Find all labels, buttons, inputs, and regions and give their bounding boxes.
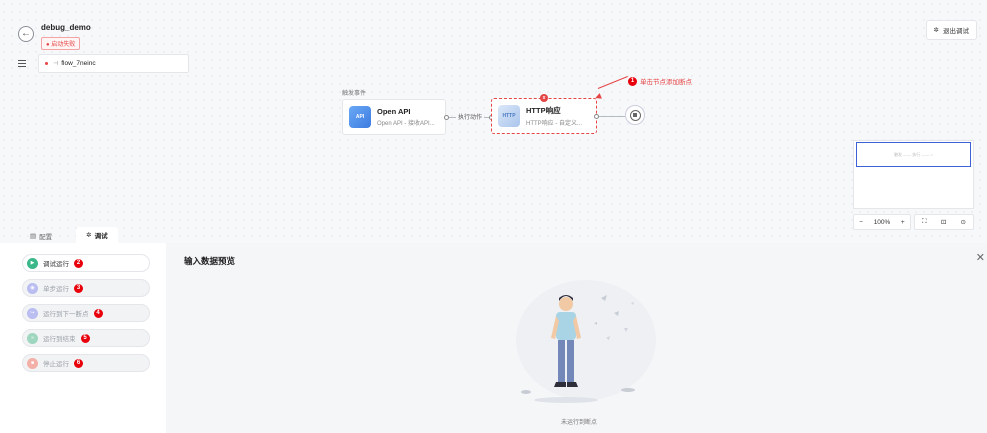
annotation-number: 1 — [628, 76, 637, 86]
node-title: HTTP响应 — [526, 106, 561, 115]
bug-icon: ✲ — [933, 27, 939, 34]
node-http-response[interactable]: HTTP HTTP响应 HTTP响应 - 自定义... — [491, 98, 597, 134]
end-node[interactable] — [625, 105, 645, 125]
panel-title: 输入数据预览 — [184, 256, 236, 266]
action-label: 调试运行 — [43, 261, 69, 268]
debug-actions-panel: ▶ 调试运行 2 ◉ 单步运行 3 ↪ 运行到下一断点 4 » 运行到结束 5 … — [0, 243, 166, 433]
zoom-control: − 100% + — [853, 214, 911, 230]
action-number: 6 — [74, 358, 83, 368]
flow-name: flow_7neinc — [61, 60, 96, 67]
stop-icon — [629, 109, 641, 121]
action-number: 4 — [93, 308, 103, 318]
http-icon: HTTP — [498, 105, 520, 127]
flow-selector-bar: ⊣ flow_7neinc — [18, 54, 189, 73]
annotation-text: 单击节点添加断点 — [640, 79, 692, 86]
flow-chip[interactable]: ⊣ flow_7neinc — [38, 54, 189, 73]
api-icon: API — [349, 106, 371, 128]
zoom-out-button[interactable]: − — [859, 219, 863, 226]
flow-icon: ⊣ — [53, 61, 59, 67]
app-title: debug_demo — [41, 23, 91, 32]
tab-label: 配置 — [39, 234, 53, 241]
debug-run-button[interactable]: ▶ 调试运行 2 — [22, 254, 150, 272]
step-run-button[interactable]: ◉ 单步运行 3 — [22, 279, 150, 297]
node-subtitle: HTTP响应 - 自定义... — [526, 121, 582, 127]
node-open-api[interactable]: API Open API Open API - 接收API... — [342, 99, 446, 135]
minimap-viewport[interactable]: 触发 —— 执行 —— ○ — [856, 142, 971, 167]
fullscreen-icon[interactable]: ⛶ — [922, 218, 927, 226]
edge-label: 执行动作 — [456, 112, 485, 121]
action-label: 运行到下一断点 — [43, 311, 89, 318]
stop-run-button[interactable]: ■ 停止运行 6 — [22, 354, 150, 372]
run-to-next-breakpoint-button[interactable]: ↪ 运行到下一断点 4 — [22, 304, 150, 322]
action-label: 单步运行 — [43, 286, 69, 293]
annotation-callout: 1 单击节点添加断点 — [628, 76, 692, 86]
close-icon[interactable]: ✕ — [976, 251, 985, 264]
exit-debug-button[interactable]: ✲ 退出调试 — [925, 20, 977, 40]
exit-debug-label: 退出调试 — [943, 28, 969, 35]
center-view-icon[interactable]: ⊙ — [960, 218, 965, 226]
tab-config[interactable]: ▤ 配置 — [20, 229, 62, 243]
input-data-preview-panel: 输入数据预览 ✕ 未运行到断点 — [166, 243, 987, 433]
bottom-tabs: ▤ 配置 ✲ 调试 — [0, 226, 118, 243]
flow-list-toggle-icon[interactable] — [18, 57, 32, 71]
trigger-event-label: 触发事件 — [342, 91, 367, 97]
action-label: 停止运行 — [43, 361, 69, 368]
minimap[interactable]: 触发 —— 执行 —— ○ — [853, 140, 974, 209]
next-breakpoint-icon: ↪ — [27, 307, 38, 319]
node-subtitle: Open API - 接收API... — [377, 121, 435, 127]
breakpoint-marker-icon[interactable]: x — [540, 94, 548, 102]
zoom-level: 100% — [873, 218, 891, 226]
stop-icon: ■ — [27, 357, 38, 369]
fit-view-icon[interactable]: ⊡ — [941, 218, 946, 226]
empty-state-illustration — [516, 280, 656, 403]
action-label: 运行到结束 — [43, 336, 76, 343]
edge-connector — [599, 116, 625, 117]
empty-state-text: 未运行到断点 — [561, 420, 598, 426]
arrow-left-icon: ← — [21, 28, 31, 39]
node-title: Open API — [377, 107, 411, 116]
tab-label: 调试 — [94, 233, 108, 240]
fast-forward-icon: » — [27, 332, 38, 344]
tab-debug[interactable]: ✲ 调试 — [76, 227, 118, 243]
action-number: 2 — [74, 258, 83, 268]
zoom-in-button[interactable]: + — [901, 219, 905, 226]
action-number: 5 — [80, 333, 90, 343]
bug-icon: ✲ — [86, 232, 92, 239]
action-number: 3 — [74, 283, 83, 293]
layout-icon: ▤ — [30, 233, 37, 240]
step-icon: ◉ — [27, 282, 38, 294]
zoom-toolbar: − 100% + ⛶ ⊡ ⊙ — [853, 214, 974, 230]
flow-status-dot — [45, 62, 48, 65]
play-icon: ▶ — [27, 257, 38, 269]
view-controls: ⛶ ⊡ ⊙ — [914, 214, 974, 230]
run-to-end-button[interactable]: » 运行到结束 5 — [22, 329, 150, 347]
status-badge: ● 启动失败 — [41, 37, 81, 50]
back-button[interactable]: ← — [18, 26, 34, 42]
